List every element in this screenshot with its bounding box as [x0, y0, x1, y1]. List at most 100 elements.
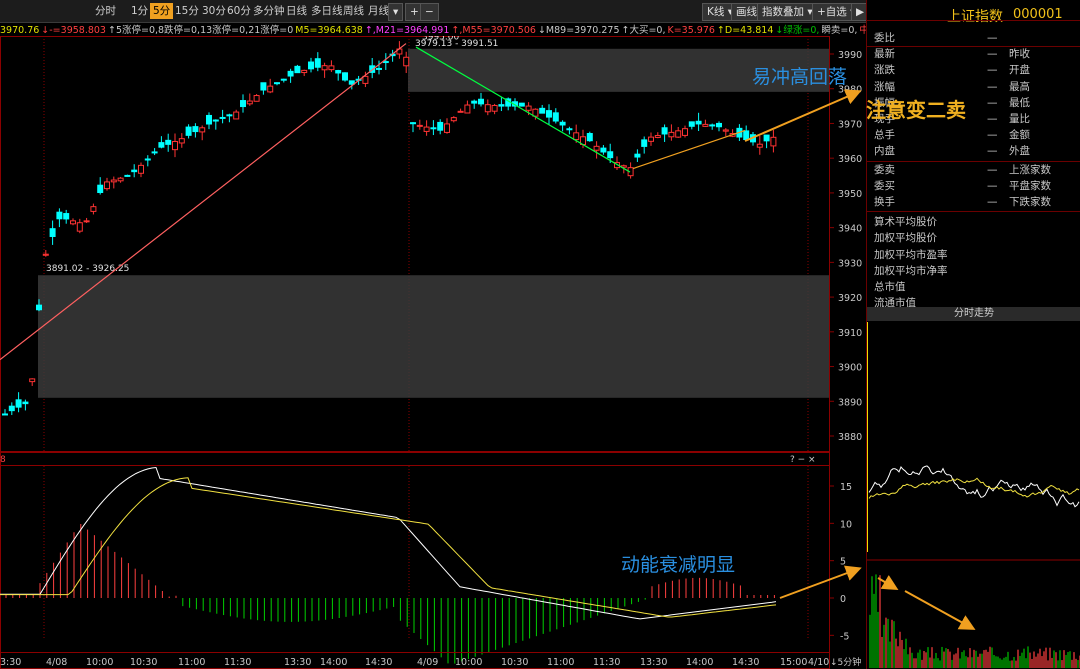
- candle-body-14: [97, 184, 104, 193]
- candle-body-104: [709, 124, 716, 127]
- sep: [867, 46, 1080, 48]
- candle-body-32: [219, 116, 226, 119]
- candle-body-62: [423, 126, 430, 132]
- candle-body-40: [274, 82, 280, 85]
- quote-a-value-6: —: [987, 129, 998, 142]
- time-label-8: 4/09: [417, 657, 438, 668]
- time-label-1: 10:00: [86, 657, 113, 668]
- candle-body-76: [518, 102, 525, 107]
- candle-body-93: [634, 153, 641, 158]
- candle-body-3: [22, 401, 29, 405]
- time-label-15: 14:30: [732, 657, 759, 668]
- candle-body-24: [165, 139, 172, 145]
- candle-body-41: [280, 78, 287, 81]
- time-label-9: 10:00: [455, 657, 482, 668]
- indicator-values-line: 3970.76 ↓-=3958.803 ↑5涨停=0,8跌停=0,13涨停=0,21…: [0, 22, 866, 36]
- candle-body-27: [185, 126, 192, 136]
- period-tab-7[interactable]: 日线: [283, 3, 310, 19]
- sep: [867, 211, 1080, 213]
- period-tab-6[interactable]: 多分钟: [250, 3, 288, 19]
- candle-body-71: [484, 104, 491, 113]
- quote-a-label-7: 内盘: [874, 145, 895, 158]
- time-label-4: 11:30: [224, 657, 251, 668]
- intraday-title[interactable]: 分时走势: [867, 307, 1080, 321]
- time-label-17: 4/10: [808, 657, 829, 668]
- candle-body-28: [192, 126, 199, 133]
- time-label-7: 14:30: [365, 657, 392, 668]
- quote-a-label-1: 最新: [874, 48, 895, 61]
- price-label-5: 3940: [838, 224, 862, 235]
- quote-a-label2-5: 量比: [1009, 113, 1030, 125]
- stat-label-0: 算术平均股价: [874, 216, 937, 229]
- candle-body-17: [117, 177, 124, 182]
- candle-body-5: [36, 304, 42, 311]
- candle-body-2: [15, 399, 22, 408]
- note-macd: 动能衰减明显: [621, 554, 736, 576]
- macd-panel[interactable]: 8 ? − × 15 10 5 0 -5 4/08 10:00 10:30 11:00 11:30 13…: [0, 452, 866, 669]
- price-label-11: 3880: [838, 432, 862, 443]
- candle-body-106: [722, 129, 729, 132]
- candle-body-15: [104, 181, 110, 190]
- candle-body-45: [308, 61, 314, 70]
- candle-body-34: [233, 111, 240, 120]
- candle-body-0: [2, 413, 8, 416]
- intraday-price-line: [868, 465, 1080, 508]
- candle-body-6: [42, 253, 49, 256]
- candle-body-99: [675, 130, 682, 138]
- index-overlay-button[interactable]: 指数叠加 ▾: [757, 3, 818, 21]
- candle-body-67: [457, 110, 464, 113]
- candle-body-38: [260, 82, 267, 91]
- candle-body-31: [212, 119, 219, 122]
- candle-body-13: [90, 206, 97, 212]
- stat-label-2: 加权平均市盈率: [874, 248, 948, 261]
- month-dropdown-icon[interactable]: ▾: [388, 3, 404, 21]
- candle-body-20: [138, 164, 144, 174]
- quote-b-label-0: 委卖: [874, 163, 895, 176]
- candle-body-11: [76, 222, 83, 232]
- candle-body-16: [110, 179, 117, 183]
- period-toolbar: 分时 1分 5分 15分 30分 60分 多分钟 日线 多日线 周线 月线 ▾ + − K线 ▾ 画线 指数叠加…: [0, 0, 870, 23]
- macd-header-left: 8: [0, 455, 6, 465]
- candle-body-18: [124, 174, 131, 177]
- time-label-5: 13:30: [284, 657, 311, 668]
- time-label-14: 14:00: [686, 657, 713, 668]
- quote-b-label2-1: 平盘家数: [1009, 179, 1051, 192]
- quote-a-value-3: —: [987, 80, 998, 93]
- indicator-value-7: ↑大买=0,: [621, 25, 666, 36]
- zoom-out-button[interactable]: −: [420, 3, 439, 21]
- macd-label-4: -5: [840, 631, 849, 642]
- candle-body-44: [301, 69, 308, 74]
- indicator-value-2: ↑5涨停=0,8跌停=0,13涨停=0,21涨停=0: [107, 25, 294, 36]
- quote-b-label-1: 委买: [874, 179, 895, 192]
- quote-a-value-5: —: [987, 113, 998, 125]
- note-top: 易冲高回落: [752, 66, 848, 88]
- quote-a-label-6: 总手: [874, 129, 895, 142]
- period-tab-1[interactable]: 1分: [128, 3, 151, 19]
- candle-body-87: [593, 145, 600, 151]
- candle-body-12: [83, 220, 90, 223]
- period-tab-9[interactable]: 周线: [340, 3, 367, 19]
- candle-body-66: [450, 117, 457, 122]
- candle-body-25: [172, 141, 178, 151]
- candle-body-8: [56, 211, 63, 220]
- intraday-chart[interactable]: [867, 322, 1080, 669]
- candle-body-81: [552, 112, 559, 122]
- quote-a-label2-6: 金额: [1009, 129, 1030, 142]
- candlestick-chart[interactable]: 3990398039703960395039403930392039103900…: [0, 36, 866, 452]
- period-tab-3[interactable]: 15分: [172, 3, 202, 19]
- period-tab-2[interactable]: 5分: [150, 3, 174, 19]
- quote-a-label-0: 委比: [874, 32, 895, 44]
- quote-header: 上证指数 000001: [867, 2, 1080, 26]
- indicator-value-0: 3970.76: [0, 25, 40, 36]
- candle-body-53: [362, 75, 369, 84]
- candle-body-97: [661, 127, 668, 135]
- candle-body-56: [382, 61, 389, 64]
- price-label-7: 3920: [838, 293, 862, 304]
- upper-box-top-label: 3995.00: [422, 36, 459, 43]
- candle-body-111: [756, 143, 763, 148]
- price-label-9: 3900: [838, 363, 862, 374]
- period-tab-0[interactable]: 分时: [92, 3, 119, 19]
- macd-dif-line: [0, 466, 777, 620]
- quote-a-value-0: —: [987, 32, 998, 44]
- candle-body-86: [586, 133, 593, 142]
